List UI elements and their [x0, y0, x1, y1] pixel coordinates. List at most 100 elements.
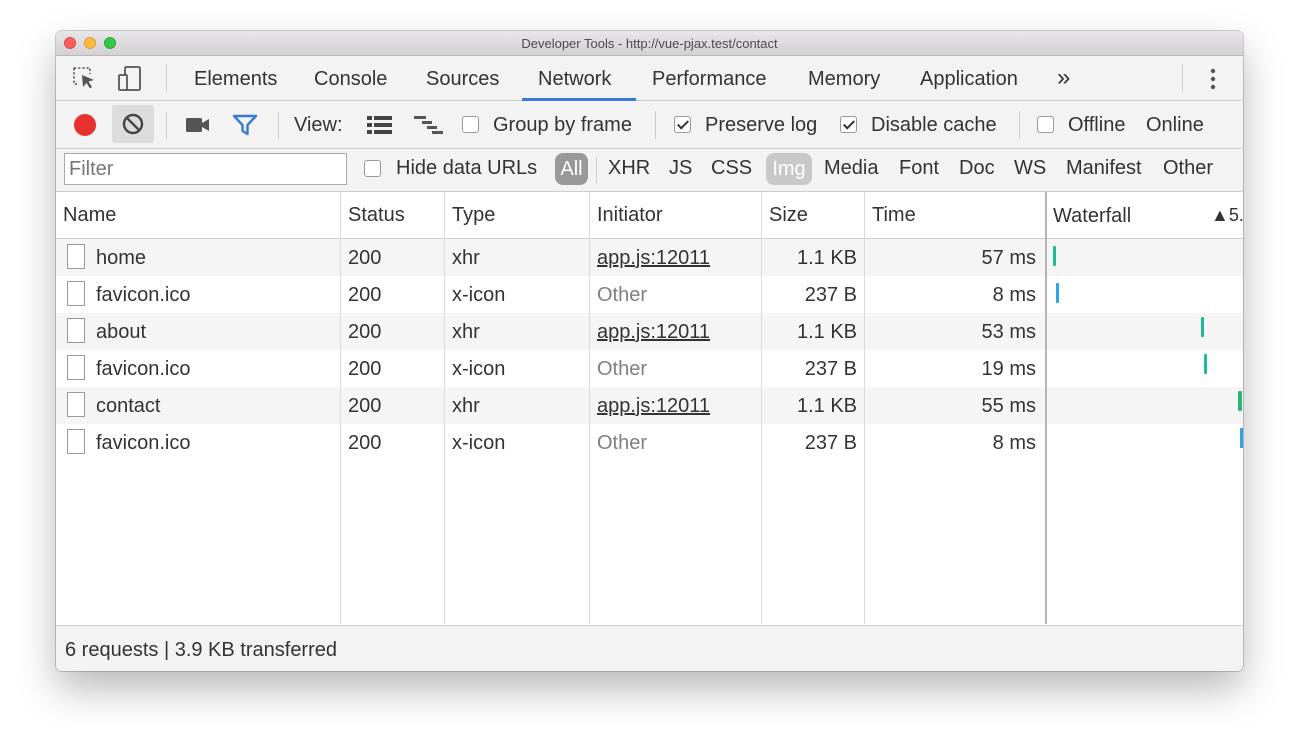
tab-performance[interactable]: Performance: [652, 68, 767, 91]
hide-data-urls-checkbox[interactable]: [364, 160, 381, 177]
column-header-waterfall[interactable]: Waterfall: [1053, 205, 1131, 228]
request-initiator-link[interactable]: app.js:12011: [597, 247, 710, 270]
column-divider[interactable]: [761, 192, 762, 624]
filter-bar: Hide data URLs All XHR JS CSS Img Media …: [56, 149, 1243, 192]
sort-ascending-icon[interactable]: ▲5.: [1211, 205, 1243, 226]
waterfall-header[interactable]: Waterfall ▲5.: [1047, 192, 1243, 239]
waterfall-bar[interactable]: [1238, 391, 1242, 411]
waterfall-row: [1047, 424, 1243, 461]
request-initiator-link[interactable]: app.js:12011: [597, 321, 710, 344]
request-name: favicon.ico: [96, 358, 191, 380]
filter-funnel-icon[interactable]: [232, 114, 258, 141]
record-icon[interactable]: [73, 113, 97, 142]
request-initiator: Other: [597, 432, 648, 454]
waterfall-row: [1047, 276, 1243, 313]
request-type: x-icon: [452, 358, 506, 380]
request-time: 8 ms: [992, 432, 1036, 454]
waterfall-bar[interactable]: [1201, 317, 1204, 337]
vertical-dots-icon[interactable]: [1209, 66, 1217, 97]
hide-data-urls-label: Hide data URLs: [396, 157, 538, 179]
table-row[interactable]: home 200 xhr app.js:12011 1.1 KB 57 ms: [56, 239, 1045, 276]
column-header-name[interactable]: Name: [63, 204, 116, 227]
request-size: 1.1 KB: [796, 247, 857, 269]
group-by-frame-label: Group by frame: [493, 114, 632, 136]
divider: [1182, 64, 1183, 92]
request-type: x-icon: [452, 284, 506, 306]
document-icon: [67, 392, 85, 417]
request-time: 55 ms: [981, 395, 1036, 417]
filter-type-manifest[interactable]: Manifest: [1066, 157, 1142, 180]
filter-type-xhr[interactable]: XHR: [608, 157, 650, 180]
column-header-size[interactable]: Size: [769, 204, 808, 227]
tab-application[interactable]: Application: [920, 68, 1018, 91]
request-name: home: [96, 247, 147, 269]
video-camera-icon[interactable]: [185, 116, 211, 139]
chevron-double-right-icon[interactable]: »: [1057, 64, 1070, 92]
document-icon: [67, 429, 85, 454]
status-bar: 6 requests | 3.9 KB transferred: [56, 625, 1243, 671]
waterfall-overview-icon[interactable]: [414, 115, 444, 142]
clear-button[interactable]: [112, 105, 154, 143]
device-toolbar-icon[interactable]: [116, 66, 146, 97]
cursor-select-icon[interactable]: [72, 66, 98, 97]
filter-type-ws[interactable]: WS: [1014, 157, 1046, 180]
waterfall-bar[interactable]: [1056, 283, 1059, 303]
tab-memory[interactable]: Memory: [808, 68, 880, 91]
request-name: about: [96, 321, 147, 343]
table-header: Name Status Type Initiator Size Time: [56, 192, 1045, 239]
request-type: xhr: [452, 395, 480, 417]
waterfall-row: [1047, 313, 1243, 350]
tab-console[interactable]: Console: [314, 68, 387, 91]
request-name: favicon.ico: [96, 284, 191, 306]
waterfall-bar[interactable]: [1240, 428, 1243, 448]
column-divider[interactable]: [589, 192, 590, 624]
request-status: 200: [348, 432, 382, 454]
tab-network[interactable]: Network: [538, 68, 611, 91]
filter-type-font[interactable]: Font: [899, 157, 939, 180]
divider: [596, 157, 597, 183]
panel-tab-bar: Elements Console Sources Network Perform…: [56, 56, 1243, 101]
request-initiator: Other: [597, 284, 648, 306]
tab-elements[interactable]: Elements: [194, 68, 277, 91]
table-row[interactable]: favicon.ico 200 x-icon Other 237 B 8 ms: [56, 276, 1045, 313]
request-status: 200: [348, 395, 382, 417]
table-row[interactable]: contact 200 xhr app.js:12011 1.1 KB 55 m…: [56, 387, 1045, 424]
group-by-frame-checkbox[interactable]: [462, 116, 479, 133]
column-header-type[interactable]: Type: [452, 204, 495, 227]
list-view-icon[interactable]: [367, 115, 393, 140]
offline-checkbox[interactable]: [1037, 116, 1054, 133]
waterfall-bar[interactable]: [1204, 354, 1207, 374]
table-row[interactable]: favicon.ico 200 x-icon Other 237 B 19 ms: [56, 350, 1045, 387]
filter-type-all[interactable]: All: [555, 153, 588, 185]
request-size: 237 B: [804, 432, 857, 454]
disable-cache-checkbox[interactable]: [840, 116, 857, 133]
column-header-time[interactable]: Time: [872, 204, 916, 227]
column-header-status[interactable]: Status: [348, 204, 405, 227]
filter-input[interactable]: [64, 153, 347, 185]
filter-type-img[interactable]: Img: [766, 153, 812, 185]
filter-type-doc[interactable]: Doc: [959, 157, 995, 180]
request-name: contact: [96, 395, 161, 417]
divider: [166, 111, 167, 139]
request-type: xhr: [452, 247, 480, 269]
filter-type-js[interactable]: JS: [669, 157, 692, 180]
filter-type-css[interactable]: CSS: [711, 157, 752, 180]
request-time: 19 ms: [981, 358, 1036, 380]
throttling-select[interactable]: Online: [1146, 114, 1204, 137]
table-row[interactable]: about 200 xhr app.js:12011 1.1 KB 53 ms: [56, 313, 1045, 350]
filter-type-media[interactable]: Media: [824, 157, 878, 180]
column-divider[interactable]: [444, 192, 445, 624]
devtools-window: Developer Tools - http://vue-pjax.test/c…: [56, 31, 1243, 671]
column-divider[interactable]: [864, 192, 865, 624]
column-divider[interactable]: [340, 192, 341, 624]
waterfall-bar[interactable]: [1053, 246, 1056, 266]
document-icon: [67, 355, 85, 380]
tab-sources[interactable]: Sources: [426, 68, 499, 91]
request-initiator-link[interactable]: app.js:12011: [597, 395, 710, 418]
preserve-log-checkbox[interactable]: [674, 116, 691, 133]
column-header-initiator[interactable]: Initiator: [597, 204, 663, 227]
request-name: favicon.ico: [96, 432, 191, 454]
table-row[interactable]: favicon.ico 200 x-icon Other 237 B 8 ms: [56, 424, 1045, 461]
filter-type-other[interactable]: Other: [1163, 157, 1213, 180]
request-time: 8 ms: [992, 284, 1036, 306]
